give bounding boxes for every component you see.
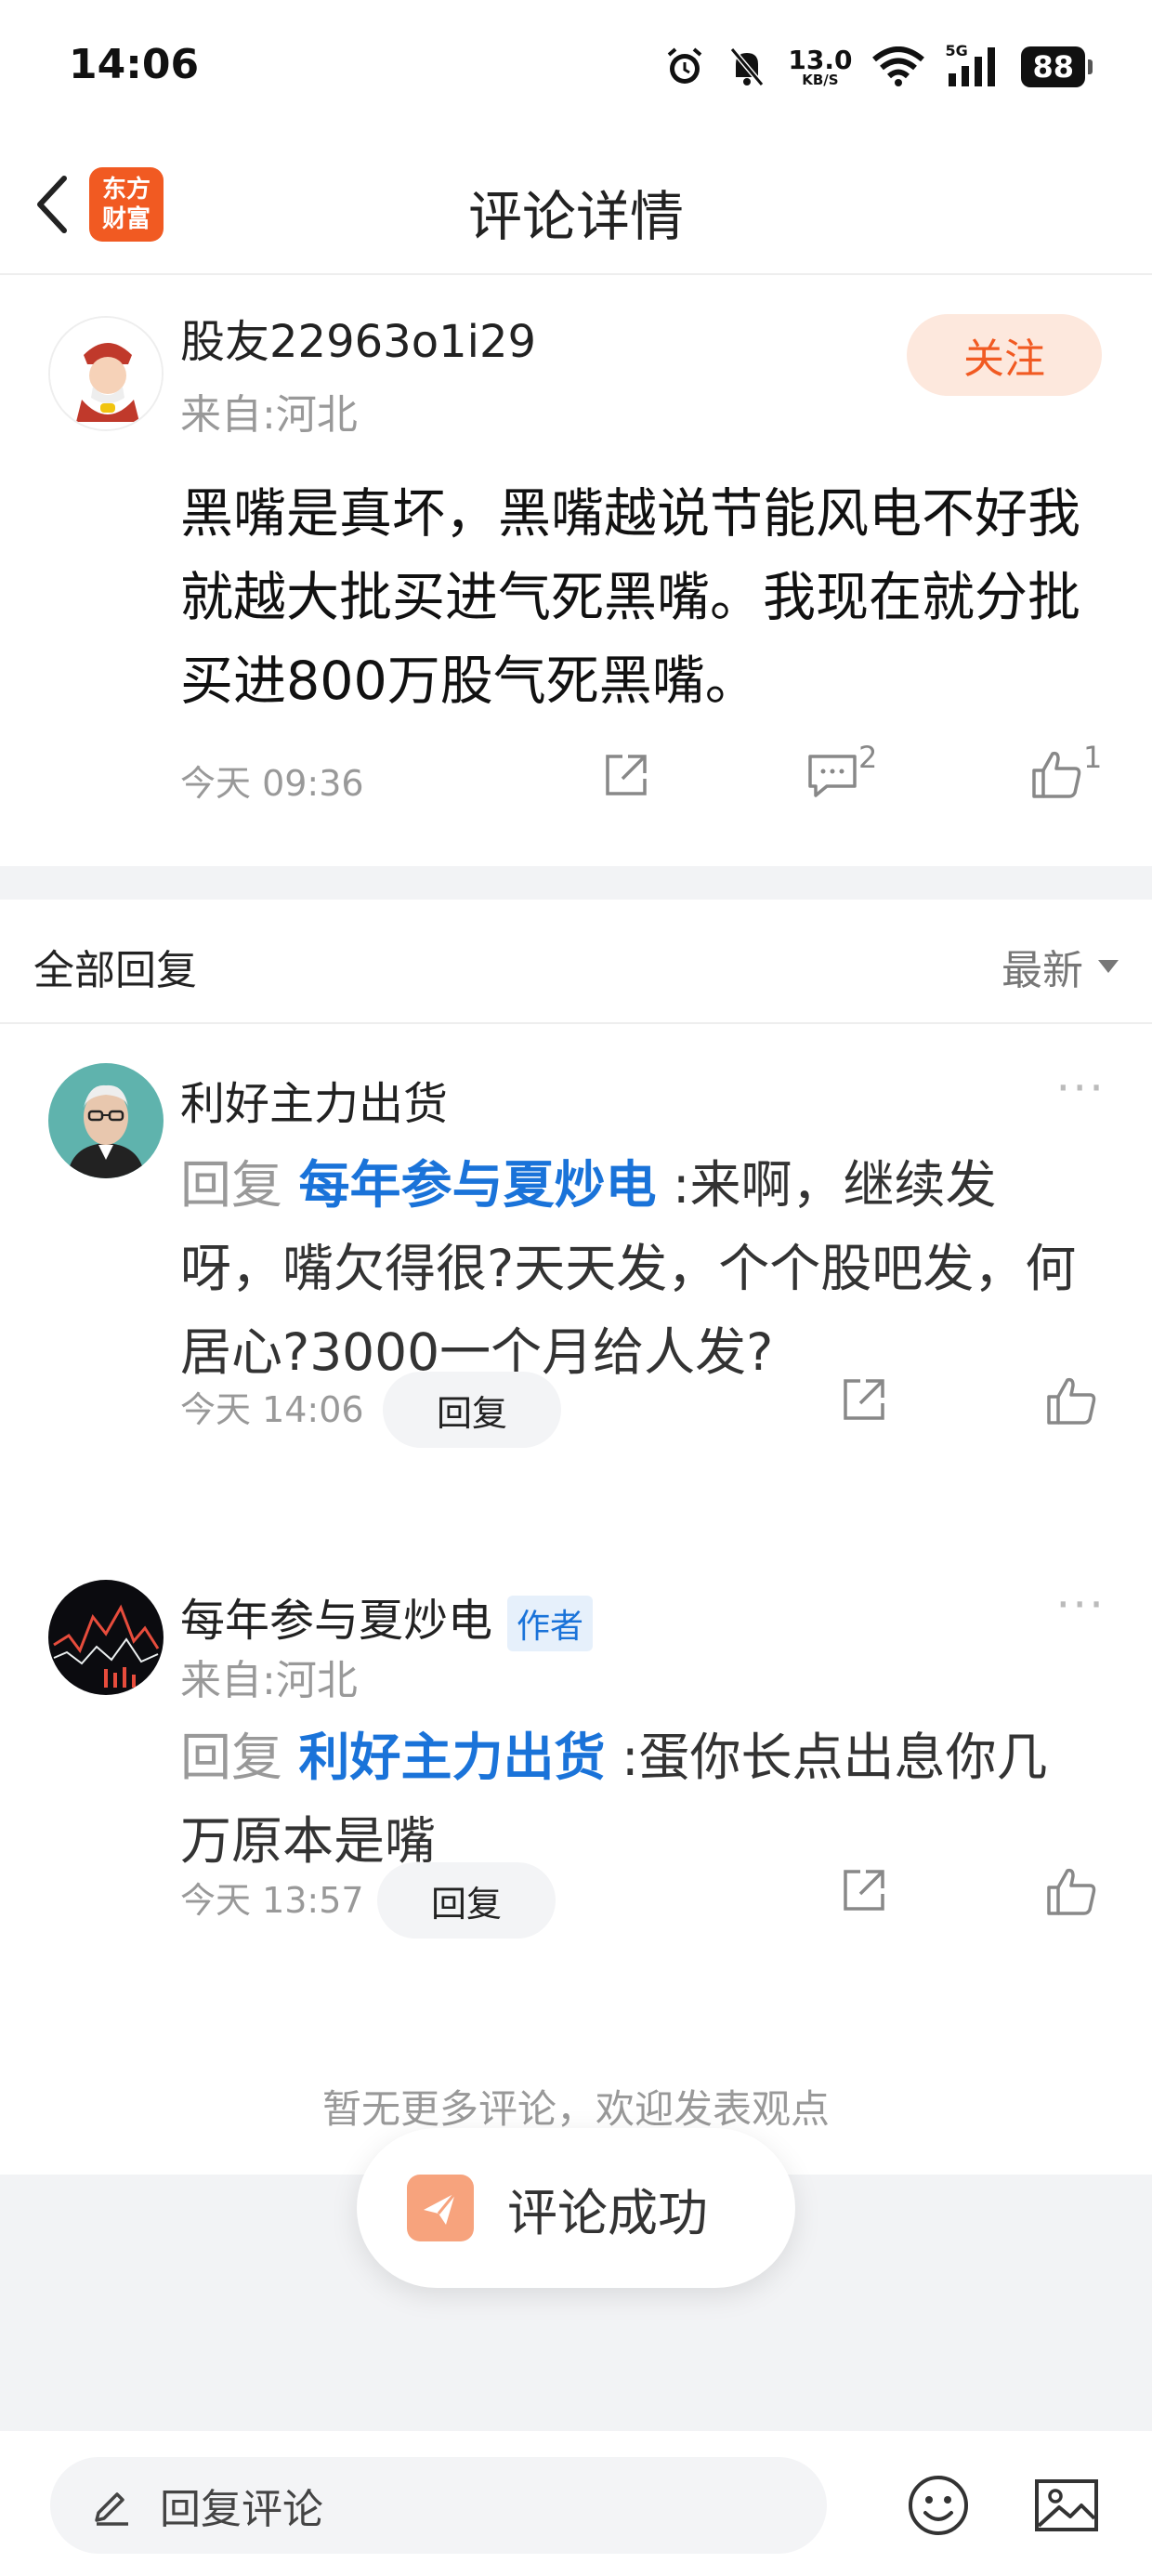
reply-text-block: 回复 利好主力出货 :蛋你长点出息你几万原本是嘴 [180,1715,1091,1883]
comment-button[interactable] [805,749,860,801]
like-button[interactable] [1044,1864,1098,1918]
pencil-icon [95,2492,128,2526]
reply-username[interactable]: 利好主力出货 [180,1067,448,1132]
no-more-comments: 暂无更多评论，欢迎发表观点 [321,2086,830,2132]
caret-down-icon [1098,960,1119,973]
net-speed-unit: KB/S [802,71,839,88]
toast-text: 评论成功 [507,2183,708,2242]
net-speed: 13.0 KB/S [788,44,853,88]
mention-link[interactable]: 利好主力出货 [299,1728,606,1787]
thumbs-up-icon [1047,1377,1096,1425]
image-button[interactable] [1029,2468,1104,2543]
portrait-avatar-icon [48,1063,164,1178]
main-username[interactable]: 股友22963o1i29 [180,305,536,370]
smiley-icon [909,2476,968,2535]
status-icons: 13.0 KB/S 5G 88 [663,39,1093,95]
image-icon [1035,2479,1098,2531]
sort-label: 最新 [1001,947,1083,994]
section-divider [0,866,1152,900]
sort-toggle[interactable]: 最新 [1001,937,1119,996]
main-comment: 股友22963o1i29 来自:河北 关注 黑嘴是真坏，黑嘴越说节能风电不好我就… [0,277,1152,866]
replies-title: 全部回复 [33,947,197,994]
reply-button[interactable]: 回复 [377,1862,556,1939]
nav-bar: 东方 财富 评论详情 [0,139,1152,275]
reply-location: 来自:河北 [180,1657,358,1704]
reply-input-placeholder: 回复评论 [160,2486,323,2533]
comment-count: 2 [858,740,878,775]
reply-separator: : [622,1728,639,1787]
status-bar: 14:06 13.0 KB/S 5G 88 [0,0,1152,139]
avatar[interactable] [48,1063,164,1178]
reply-prefix: 回复 [180,1155,283,1215]
main-location: 来自:河北 [180,391,358,439]
like-button[interactable] [1029,747,1083,801]
main-time: 今天 09:36 [180,763,364,804]
reply-input[interactable]: 回复评论 [50,2457,827,2554]
reply-username-row: 每年参与夏炒电 作者 [180,1584,594,1651]
share-button[interactable] [838,1864,890,1916]
replies-header: 全部回复 最新 [0,900,1152,1024]
reply-username[interactable]: 每年参与夏炒电 [180,1595,492,1647]
share-icon [844,1870,884,1911]
status-time: 14:06 [69,41,200,88]
main-comment-text: 黑嘴是真坏，黑嘴越说节能风电不好我就越大批买进气死黑嘴。我现在就分批买进800万… [180,483,1080,712]
mention-link[interactable]: 每年参与夏炒电 [299,1155,657,1215]
stock-chart-avatar-icon [48,1580,164,1695]
avatar[interactable] [48,316,164,431]
thumbs-up-icon [1047,1868,1096,1915]
like-button[interactable] [1044,1373,1098,1427]
share-icon [606,755,647,795]
like-count: 1 [1083,740,1103,775]
reply-item: 每年参与夏炒电 作者 ··· 来自:河北 回复 利好主力出货 :蛋你长点出息你几万… [0,1543,1152,2007]
success-toast: 评论成功 [357,2128,795,2288]
reply-button[interactable]: 回复 [383,1372,561,1448]
mute-bell-icon [730,47,765,86]
caishen-avatar-icon [50,318,162,429]
cell-signal: 5G [945,42,1001,88]
reply-text-block: 回复 每年参与夏炒电 :来啊，继续发呀，嘴欠得很?天天发，个个股吧发，何居心?3… [180,1143,1091,1394]
more-button[interactable]: ··· [1055,1578,1106,1632]
reply-item: 利好主力出货 ··· 回复 每年参与夏炒电 :来啊，继续发呀，嘴欠得很?天天发，… [0,1024,1152,1507]
more-button[interactable]: ··· [1055,1061,1106,1115]
thumbs-up-icon [1032,751,1081,798]
comment-icon [808,755,857,797]
toast-icon [407,2175,474,2241]
emoji-button[interactable] [901,2468,975,2543]
reply-prefix: 回复 [180,1728,283,1787]
cell-signal-icon [949,47,996,86]
bottom-bar: 回复评论 [0,2431,1152,2576]
share-icon [844,1379,884,1420]
page-title: 评论详情 [467,185,684,248]
avatar[interactable] [48,1580,164,1695]
share-button[interactable] [838,1373,890,1426]
paper-plane-icon [424,2192,457,2225]
reply-time: 今天 14:06 [180,1389,364,1430]
battery-icon: 88 [1021,46,1093,87]
net-speed-value: 13.0 [788,44,853,75]
share-button[interactable] [600,749,652,801]
author-badge: 作者 [507,1596,594,1651]
reply-separator: : [673,1155,690,1215]
follow-button[interactable]: 关注 [907,314,1102,396]
wifi-icon [872,46,925,86]
alarm-icon [668,47,702,84]
reply-time: 今天 13:57 [180,1880,364,1921]
